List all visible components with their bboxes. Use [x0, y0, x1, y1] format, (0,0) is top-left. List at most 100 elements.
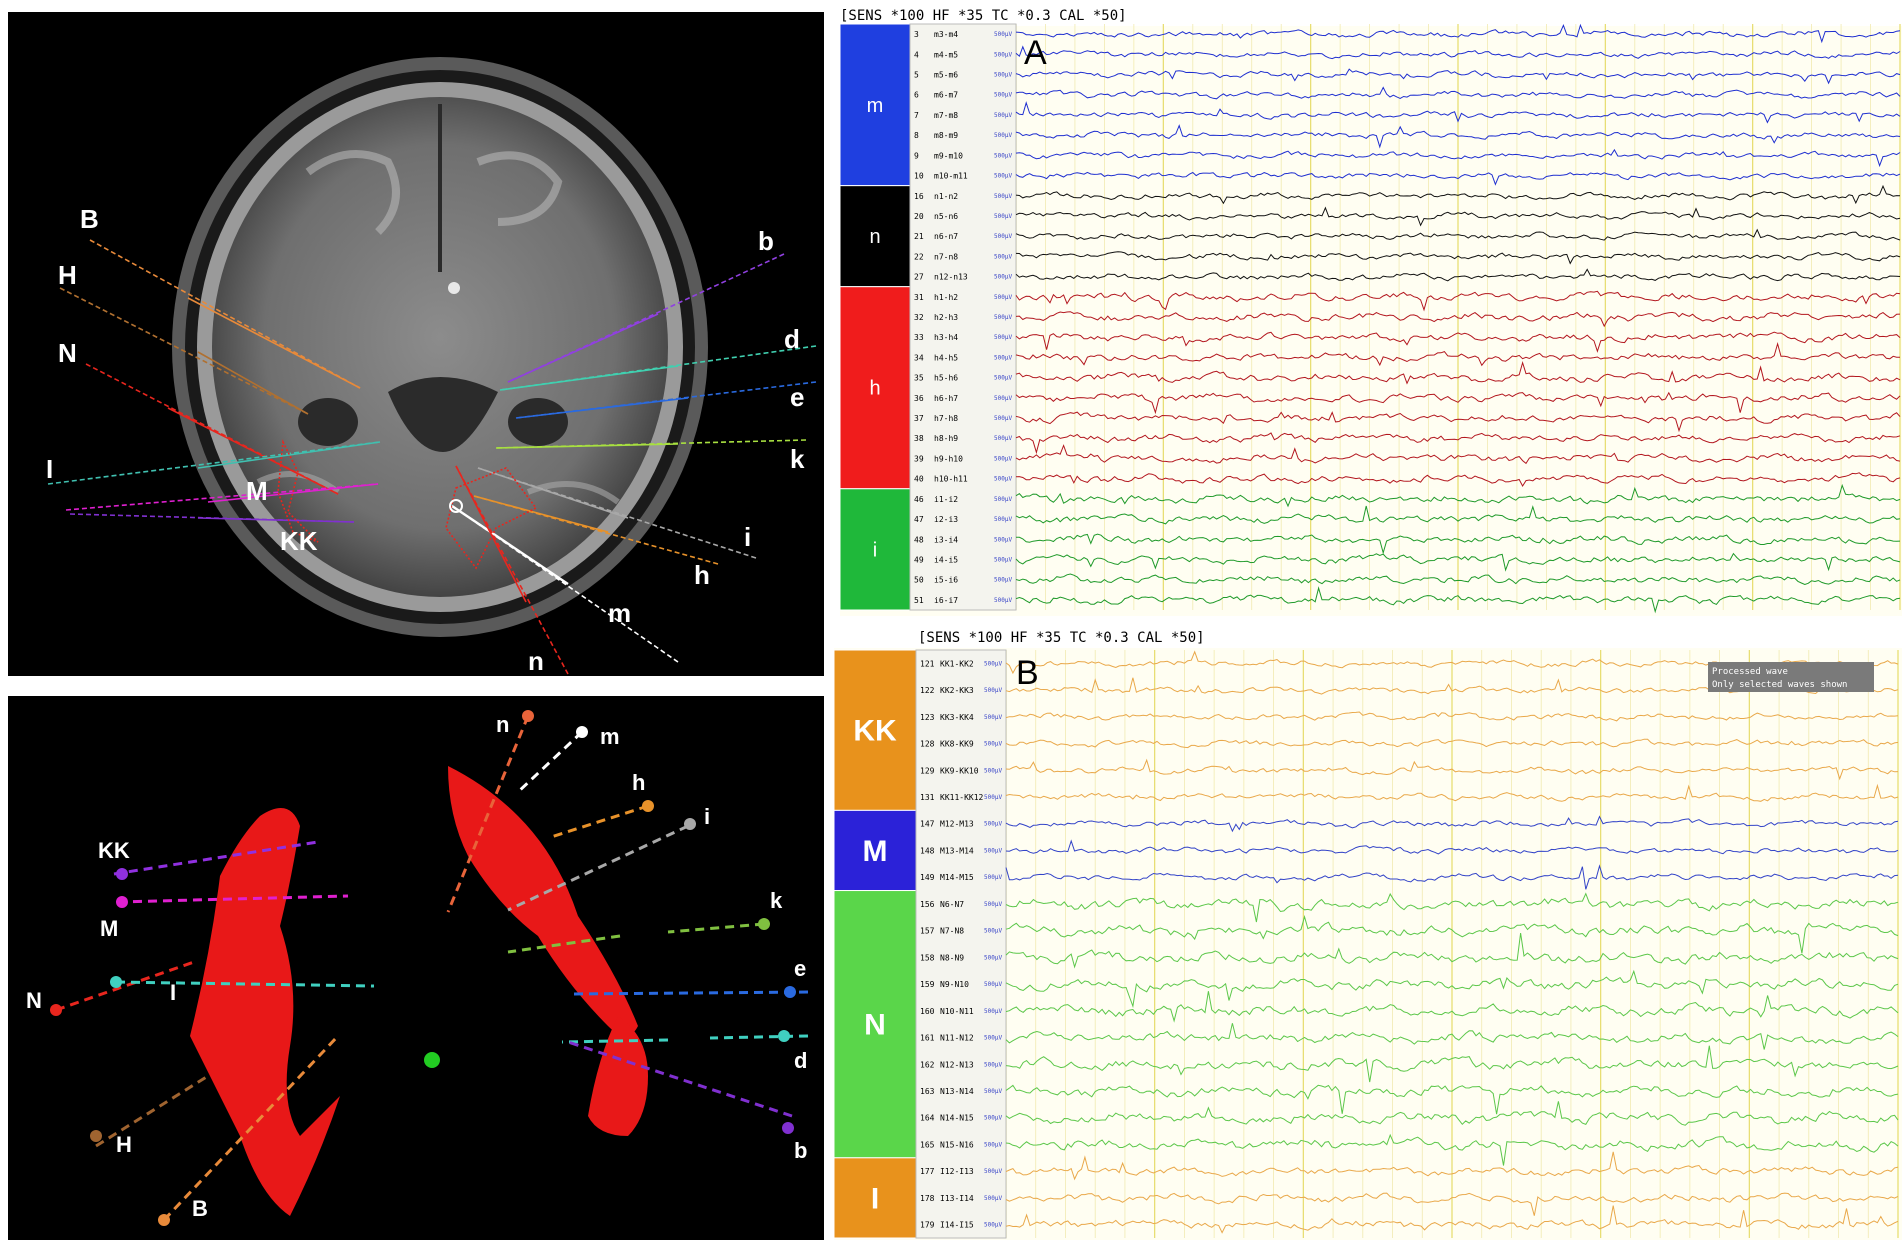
channel-name: n1-n2: [934, 192, 958, 201]
channel-number: 3: [914, 30, 919, 39]
channel-name: n6-n7: [934, 232, 958, 241]
channel-number: 20: [914, 212, 924, 221]
mri-label-e: e: [790, 382, 804, 412]
channel-name: m8-m9: [934, 131, 958, 140]
channel-name: N13-N14: [940, 1087, 974, 1096]
group-label-n: n: [869, 226, 880, 248]
eeg-a-canvas: [SENS *100 HF *35 TC *0.3 CAL *50] mnhi …: [840, 8, 1902, 616]
mri-label-M: M: [246, 476, 268, 506]
channel-calibration: 500µV: [994, 334, 1012, 341]
channel-number: 8: [914, 131, 919, 140]
channel-number: 46: [914, 495, 924, 504]
recon-labels: n m h i KK M k N I e d H b B: [26, 712, 807, 1221]
channel-calibration: 500µV: [994, 516, 1012, 523]
channel-number: 165: [920, 1140, 935, 1149]
recon-label-i: i: [704, 804, 710, 829]
mri-label-d: d: [784, 324, 800, 354]
channel-name: m9-m10: [934, 151, 963, 160]
channel-number: 37: [914, 414, 924, 423]
channel-name: h8-h9: [934, 434, 958, 443]
channel-calibration: 500µV: [994, 395, 1012, 402]
channel-number: 177: [920, 1167, 935, 1176]
recon-label-n: n: [496, 712, 509, 737]
channel-name: i4-i5: [934, 555, 958, 564]
channel-name: i3-i4: [934, 535, 958, 544]
reconstruction-3d-image: n m h i KK M k N I e d H b B: [26, 710, 809, 1226]
channel-name: m10-m11: [934, 172, 968, 181]
eeg-b-canvas: [SENS *100 HF *35 TC *0.3 CAL *50] KK M N I…: [834, 630, 1902, 1240]
mri-label-I: I: [46, 454, 53, 484]
mri-label-B: B: [80, 204, 99, 234]
channel-calibration: 500µV: [994, 173, 1012, 180]
channel-calibration: 500µV: [994, 294, 1012, 301]
channel-name: h9-h10: [934, 454, 963, 463]
channel-name: I14-I15: [940, 1221, 974, 1230]
recon-label-N: N: [26, 988, 42, 1013]
mri-label-b: b: [758, 226, 774, 256]
eeg-a-channel-list: 3 m3-m4 500µV 4 m4-m5 500µV 5 m5-m6 500µV 6 m6-m7 5…: [909, 23, 1017, 611]
channel-calibration: 500µV: [984, 687, 1002, 694]
channel-name: i6-i7: [934, 596, 958, 605]
channel-name: M13-M14: [940, 846, 974, 855]
channel-calibration: 500µV: [994, 51, 1012, 58]
channel-name: KK3-KK4: [940, 713, 974, 722]
channel-number: 123: [920, 713, 935, 722]
channel-number: 149: [920, 873, 935, 882]
channel-number: 163: [920, 1087, 935, 1096]
channel-name: m3-m4: [934, 30, 958, 39]
channel-name: m6-m7: [934, 91, 958, 100]
channel-number: 164: [920, 1114, 935, 1123]
channel-calibration: 500µV: [994, 132, 1012, 139]
channel-calibration: 500µV: [994, 72, 1012, 79]
channel-number: 16: [914, 192, 924, 201]
eeg-recording-a: [SENS *100 HF *35 TC *0.3 CAL *50] mnhi …: [840, 6, 1902, 616]
recon-label-B: B: [192, 1196, 208, 1221]
channel-number: 159: [920, 980, 935, 989]
channel-number: 179: [920, 1221, 935, 1230]
channel-number: 160: [920, 1007, 935, 1016]
channel-calibration: 500µV: [984, 954, 1002, 961]
channel-name: KK2-KK3: [940, 686, 974, 695]
channel-calibration: 500µV: [984, 767, 1002, 774]
mri-label-n: n: [528, 646, 544, 676]
channel-number: 10: [914, 172, 924, 181]
channel-calibration: 500µV: [994, 375, 1012, 382]
channel-number: 162: [920, 1060, 935, 1069]
channel-calibration: 500µV: [994, 112, 1012, 119]
channel-number: 32: [914, 313, 924, 322]
channel-calibration: 500µV: [994, 354, 1012, 361]
channel-number: 178: [920, 1194, 935, 1203]
channel-calibration: 500µV: [994, 496, 1012, 503]
channel-calibration: 500µV: [984, 1061, 1002, 1068]
channel-number: 147: [920, 820, 935, 829]
channel-number: 22: [914, 252, 924, 261]
channel-calibration: 500µV: [994, 92, 1012, 99]
channel-name: N6-N7: [940, 900, 964, 909]
channel-name: h3-h4: [934, 333, 958, 342]
channel-name: I12-I13: [940, 1167, 974, 1176]
channel-calibration: 500µV: [994, 536, 1012, 543]
group-label-N: N: [864, 1009, 886, 1042]
channel-name: KK9-KK10: [940, 766, 979, 775]
mri-axial-panel: B H N I M KK b d e k i h m n: [8, 12, 824, 676]
channel-calibration: 500µV: [984, 1195, 1002, 1202]
channel-number: 35: [914, 374, 924, 383]
channel-name: h2-h3: [934, 313, 958, 322]
channel-calibration: 500µV: [994, 435, 1012, 442]
recon-label-KK: KK: [98, 838, 130, 863]
channel-name: i5-i6: [934, 576, 958, 585]
channel-column: [915, 649, 1007, 1239]
eeg-a-group-bands: m n h i: [840, 23, 911, 611]
group-label-M: M: [863, 835, 888, 868]
channel-calibration: 500µV: [994, 577, 1012, 584]
channel-calibration: 500µV: [994, 233, 1012, 240]
channel-name: N11-N12: [940, 1034, 974, 1043]
channel-name: N9-N10: [940, 980, 969, 989]
channel-name: n12-n13: [934, 273, 968, 282]
channel-calibration: 500µV: [984, 847, 1002, 854]
channel-name: I13-I14: [940, 1194, 974, 1203]
eeg-b-group-bands: KK M N I: [834, 649, 917, 1239]
channel-number: 31: [914, 293, 924, 302]
eeg-recording-b: [SENS *100 HF *35 TC *0.3 CAL *50] KK M N I…: [834, 628, 1902, 1240]
channel-calibration: 500µV: [994, 556, 1012, 563]
